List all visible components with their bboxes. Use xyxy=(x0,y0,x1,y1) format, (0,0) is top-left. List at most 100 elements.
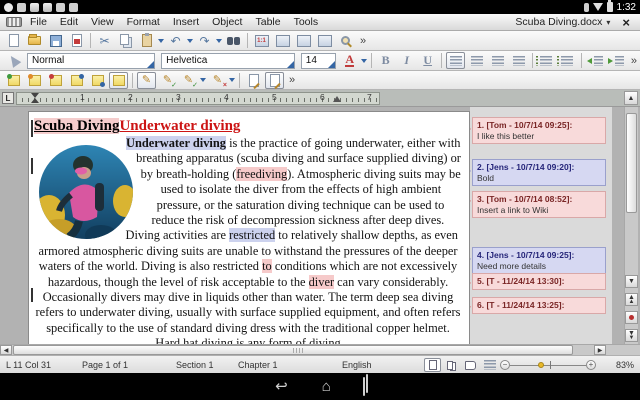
underline-button[interactable]: U xyxy=(418,52,437,69)
zoom-two-pages-button[interactable] xyxy=(315,32,334,49)
horizontal-scrollbar[interactable]: ◀ ▶ xyxy=(0,344,640,355)
close-document-button[interactable]: × xyxy=(622,15,630,30)
open-button[interactable] xyxy=(25,32,44,49)
zoom-in-button[interactable]: + xyxy=(586,360,596,370)
toolbar-overflow-button[interactable]: » xyxy=(631,55,637,67)
menu-format[interactable]: Format xyxy=(127,16,160,28)
protect-changes-toggle[interactable] xyxy=(265,72,284,89)
font-color-button[interactable]: A xyxy=(340,52,359,69)
copy-button[interactable] xyxy=(116,32,135,49)
edit-document-button[interactable] xyxy=(244,72,263,89)
cursor-position[interactable]: L 11 Col 31 xyxy=(6,360,51,370)
document-switcher-dropdown-icon[interactable]: ▾ xyxy=(606,18,610,27)
document-heading[interactable]: Scuba DivingUnderwater diving xyxy=(34,117,462,136)
cut-button[interactable]: ✂ xyxy=(95,32,114,49)
export-pdf-button[interactable] xyxy=(67,32,86,49)
paragraph-1[interactable]: Underwater diving is the practice of goi… xyxy=(34,136,462,228)
back-button[interactable]: ↩ xyxy=(275,379,288,394)
indent-marker[interactable] xyxy=(31,93,39,98)
scuba-diver-photo[interactable] xyxy=(39,145,133,239)
scroll-right-button[interactable]: ▶ xyxy=(594,345,606,355)
paragraph-style-combobox[interactable]: Normal xyxy=(27,53,155,69)
selection-cursor-button[interactable] xyxy=(4,52,23,69)
zoom-percentage[interactable]: 83% xyxy=(616,360,634,370)
font-color-dropdown-icon[interactable] xyxy=(361,59,367,63)
page-count[interactable]: Page 1 of 1 xyxy=(82,360,128,370)
navigation-button[interactable] xyxy=(625,311,638,324)
italic-button[interactable]: I xyxy=(397,52,416,69)
home-button[interactable]: ⌂ xyxy=(322,379,331,394)
vertical-scrollbar[interactable]: ▼ ▲▲ ▼▼ xyxy=(624,107,638,344)
font-size-combobox[interactable]: 14 xyxy=(301,53,336,69)
multi-page-view-button[interactable] xyxy=(443,358,460,372)
horizontal-scrollbar-thumb[interactable] xyxy=(13,345,573,355)
zoom-100-button[interactable]: 1:1 xyxy=(252,32,271,49)
align-center-button[interactable] xyxy=(467,52,486,69)
language-indicator[interactable]: English xyxy=(342,360,372,370)
scroll-up-button[interactable]: ▲ xyxy=(624,91,638,105)
menu-tools[interactable]: Tools xyxy=(294,16,319,28)
bullet-list-button[interactable] xyxy=(537,52,556,69)
align-left-button[interactable] xyxy=(446,52,465,69)
zoom-out-button[interactable]: − xyxy=(500,360,510,370)
save-button[interactable] xyxy=(46,32,65,49)
scroll-down-button[interactable]: ▼ xyxy=(625,275,638,288)
section-indicator[interactable]: Section 1 xyxy=(176,360,214,370)
menu-view[interactable]: View xyxy=(91,16,114,28)
vertical-scrollbar-thumb[interactable] xyxy=(626,113,637,213)
book-view-button[interactable] xyxy=(462,358,479,372)
paragraph-2[interactable]: Diving activities are restricted to rela… xyxy=(34,228,462,344)
web-view-button[interactable] xyxy=(481,358,498,372)
previous-note-button[interactable] xyxy=(67,72,86,89)
next-page-button[interactable]: ▼▼ xyxy=(625,329,638,342)
menu-object[interactable]: Object xyxy=(212,16,242,28)
comment-6[interactable]: 6. [T - 11/24/14 13:25]: xyxy=(472,297,606,314)
track-changes-toggle[interactable]: ✎ xyxy=(137,72,156,89)
right-indent-marker[interactable] xyxy=(333,96,341,102)
comment-1[interactable]: 1. [Tom - 10/7/14 09:25]: I like this be… xyxy=(472,117,606,144)
menu-insert[interactable]: Insert xyxy=(173,16,199,28)
redo-dropdown-icon[interactable] xyxy=(216,39,222,43)
reject-dropdown-icon[interactable] xyxy=(229,78,235,82)
undo-dropdown-icon[interactable] xyxy=(187,39,193,43)
zoom-entire-page-button[interactable] xyxy=(294,32,313,49)
accept-dropdown-icon[interactable] xyxy=(200,78,206,82)
previous-page-button[interactable]: ▲▲ xyxy=(625,293,638,306)
zoom-slider-handle[interactable] xyxy=(538,362,544,368)
decrease-indent-button[interactable] xyxy=(586,52,605,69)
redo-button[interactable]: ↷ xyxy=(195,32,214,49)
toolbar-overflow-button[interactable]: » xyxy=(360,35,366,47)
accept-change-button[interactable]: ✎✓ xyxy=(158,72,177,89)
tab-stop-selector[interactable]: L xyxy=(2,92,14,104)
paste-dropdown-icon[interactable] xyxy=(158,39,164,43)
align-justify-button[interactable] xyxy=(509,52,528,69)
single-page-view-button[interactable] xyxy=(424,358,441,372)
insert-note-button[interactable] xyxy=(4,72,23,89)
menu-edit[interactable]: Edit xyxy=(60,16,78,28)
reject-change-button[interactable]: ✎× xyxy=(208,72,227,89)
menu-file[interactable]: File xyxy=(30,16,47,28)
find-replace-button[interactable] xyxy=(224,32,243,49)
comment-5[interactable]: 5. [T - 11/24/14 13:30]: xyxy=(472,273,606,290)
comment-4[interactable]: 4. [Jens - 10/7/14 09:25]: Need more det… xyxy=(472,247,606,274)
scroll-left-button[interactable]: ◀ xyxy=(0,345,12,355)
delete-note-button[interactable] xyxy=(46,72,65,89)
comment-2[interactable]: 2. [Jens - 10/7/14 09:20]: Bold xyxy=(472,159,606,186)
next-note-button[interactable] xyxy=(88,72,107,89)
show-notes-toggle[interactable] xyxy=(109,72,128,89)
numbered-list-button[interactable] xyxy=(558,52,577,69)
toolbar-overflow-button[interactable]: » xyxy=(289,74,295,86)
document-page[interactable]: Scuba DivingUnderwater diving xyxy=(28,111,470,344)
zoom-button[interactable] xyxy=(336,32,355,49)
keyboard-icon[interactable] xyxy=(6,17,22,27)
zoom-slider[interactable]: − + xyxy=(500,359,596,371)
comment-3[interactable]: 3. [Tom - 10/7/14 08:52]: Insert a link … xyxy=(472,191,606,218)
align-right-button[interactable] xyxy=(488,52,507,69)
font-name-combobox[interactable]: Helvetica xyxy=(161,53,295,69)
accept-all-changes-button[interactable]: ✎✓ xyxy=(179,72,198,89)
menu-table[interactable]: Table xyxy=(255,16,280,28)
bold-button[interactable]: B xyxy=(376,52,395,69)
chapter-indicator[interactable]: Chapter 1 xyxy=(238,360,278,370)
zoom-page-width-button[interactable] xyxy=(273,32,292,49)
undo-button[interactable]: ↶ xyxy=(166,32,185,49)
